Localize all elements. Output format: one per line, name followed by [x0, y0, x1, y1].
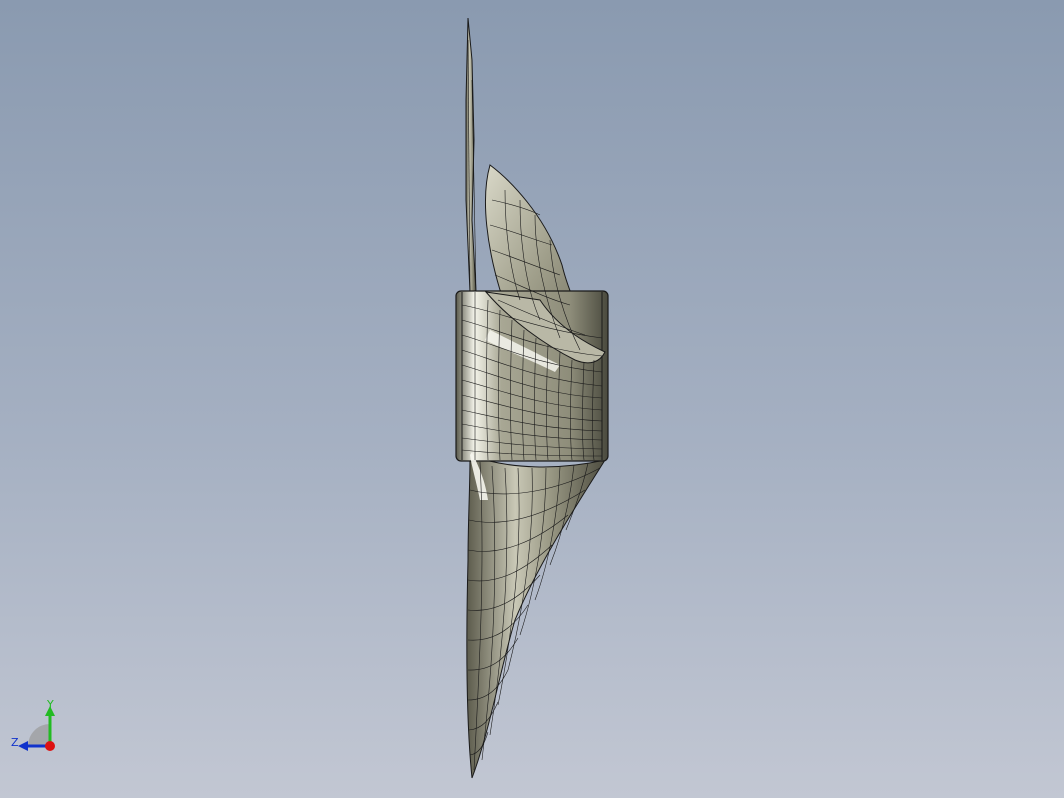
lower-blade-surface[interactable] — [466, 454, 607, 779]
upper-blade-tip[interactable] — [465, 17, 477, 293]
view-orientation-triad[interactable]: Y Z — [10, 698, 66, 754]
propeller-model[interactable] — [0, 0, 1064, 798]
z-axis-arrowhead — [18, 741, 28, 751]
z-axis-label: Z — [11, 736, 19, 749]
y-axis-label: Y — [46, 698, 54, 711]
x-axis-dot — [45, 741, 55, 751]
graphics-viewport[interactable]: Y Z — [0, 0, 1064, 798]
